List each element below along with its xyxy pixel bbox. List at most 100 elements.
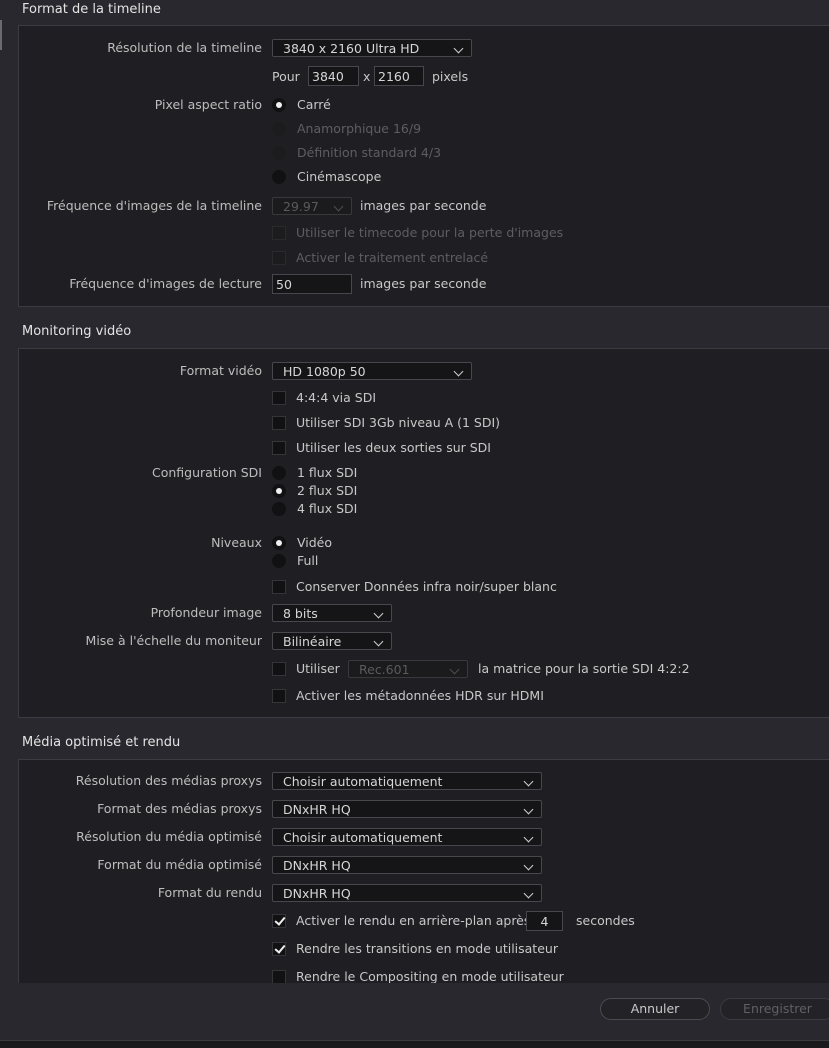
compositing-label: Rendre le Compositing en mode utilisateu…: [296, 969, 564, 984]
pixels-label: pixels: [432, 69, 469, 84]
resolution-dropdown[interactable]: 3840 x 2160 Ultra HD: [272, 39, 472, 57]
render-format-label: Format du rendu: [157, 885, 262, 900]
sdi-option-4: 4 flux SDI: [297, 501, 358, 516]
sdi-radio-1[interactable]: [272, 466, 286, 480]
fps-dropdown[interactable]: 29.97: [272, 197, 352, 215]
sdi-444-checkbox[interactable]: [272, 391, 286, 405]
fps-unit: images par seconde: [360, 198, 487, 213]
playback-fps-unit: images par seconde: [360, 276, 487, 291]
par-radio-sd[interactable]: [272, 146, 286, 160]
par-label: Pixel aspect ratio: [154, 97, 262, 112]
scale-label: Mise à l'échelle du moniteur: [85, 633, 262, 648]
sdi-3gb-label: Utiliser SDI 3Gb niveau A (1 SDI): [296, 415, 501, 430]
height-input[interactable]: 2160: [374, 66, 424, 86]
bg-render-seconds-input[interactable]: 4: [526, 911, 563, 931]
chevron-down-icon: [449, 664, 460, 675]
par-radio-anamorphic[interactable]: [272, 122, 286, 136]
sdi-both-checkbox[interactable]: [272, 441, 286, 455]
proxy-format-label: Format des médias proxys: [97, 801, 262, 816]
par-option-anamorphic: Anamorphique 16/9: [297, 121, 422, 136]
dropframe-label: Utiliser le timecode pour la perte d'ima…: [296, 225, 564, 240]
chevron-down-icon: [453, 43, 464, 54]
chevron-down-icon: [523, 832, 534, 843]
scale-value: Bilinéaire: [283, 634, 342, 649]
optimized-format-value: DNxHR HQ: [283, 858, 351, 873]
sdi-radio-2[interactable]: [272, 484, 286, 498]
sdi-both-label: Utiliser les deux sorties sur SDI: [296, 440, 491, 455]
par-option-square: Carré: [297, 97, 331, 112]
interlace-label: Activer le traitement entrelacé: [296, 250, 489, 265]
cancel-button[interactable]: Annuler: [600, 998, 710, 1020]
optimized-resolution-value: Choisir automatiquement: [283, 830, 443, 845]
interlace-checkbox[interactable]: [272, 251, 286, 265]
media-panel: [18, 759, 829, 1001]
proxy-format-value: DNxHR HQ: [283, 802, 351, 817]
video-format-dropdown[interactable]: HD 1080p 50: [272, 362, 472, 380]
levels-radio-video[interactable]: [272, 536, 286, 550]
depth-label: Profondeur image: [150, 605, 262, 620]
keep-superwhite-label: Conserver Données infra noir/super blanc: [296, 579, 557, 594]
optimized-resolution-label: Résolution du média optimisé: [76, 829, 262, 844]
par-option-sd: Définition standard 4/3: [297, 145, 442, 160]
dropframe-checkbox[interactable]: [272, 226, 286, 240]
keep-superwhite-checkbox[interactable]: [272, 580, 286, 594]
render-format-dropdown[interactable]: DNxHR HQ: [272, 884, 542, 902]
optimized-format-dropdown[interactable]: DNxHR HQ: [272, 856, 542, 874]
chevron-down-icon: [523, 804, 534, 815]
levels-label: Niveaux: [211, 535, 262, 550]
playback-fps-label: Fréquence d'images de lecture: [69, 276, 262, 291]
x-label: x: [363, 69, 371, 84]
levels-radio-full[interactable]: [272, 554, 286, 568]
bg-render-checkbox[interactable]: [272, 914, 286, 928]
compositing-checkbox[interactable]: [272, 970, 286, 984]
proxy-format-dropdown[interactable]: DNxHR HQ: [272, 800, 542, 818]
matrix-suffix: la matrice pour la sortie SDI 4:2:2: [478, 661, 690, 676]
par-radio-square[interactable]: [272, 98, 286, 112]
playback-fps-input[interactable]: 50: [272, 274, 352, 294]
hdr-label: Activer les métadonnées HDR sur HDMI: [296, 688, 544, 703]
scroll-indicator: [0, 20, 2, 50]
matrix-value: Rec.601: [359, 662, 410, 677]
fps-value: 29.97: [283, 199, 319, 214]
transitions-checkbox[interactable]: [272, 942, 286, 956]
video-format-label: Format vidéo: [179, 363, 262, 378]
sdi-config-label: Configuration SDI: [152, 465, 262, 480]
optimized-format-label: Format du média optimisé: [97, 857, 262, 872]
scale-dropdown[interactable]: Bilinéaire: [272, 632, 392, 650]
depth-value: 8 bits: [283, 606, 318, 621]
hdr-checkbox[interactable]: [272, 689, 286, 703]
save-button[interactable]: Enregistrer: [720, 998, 829, 1020]
proxy-resolution-value: Choisir automatiquement: [283, 774, 443, 789]
transitions-label: Rendre les transitions en mode utilisate…: [296, 941, 558, 956]
chevron-down-icon: [523, 776, 534, 787]
bg-render-unit: secondes: [576, 913, 635, 928]
matrix-use-label: Utiliser: [296, 661, 340, 676]
fps-label: Fréquence d'images de la timeline: [46, 198, 262, 213]
video-format-value: HD 1080p 50: [283, 364, 366, 379]
levels-option-video: Vidéo: [297, 535, 333, 550]
sdi-444-label: 4:4:4 via SDI: [296, 390, 377, 405]
chevron-down-icon: [373, 636, 384, 647]
chevron-down-icon: [523, 860, 534, 871]
proxy-resolution-dropdown[interactable]: Choisir automatiquement: [272, 772, 542, 790]
width-input[interactable]: 3840: [308, 66, 359, 86]
matrix-checkbox[interactable]: [272, 662, 286, 676]
par-option-cinemascope: Cinémascope: [297, 169, 382, 184]
par-radio-cinemascope[interactable]: [272, 170, 286, 184]
render-format-value: DNxHR HQ: [283, 886, 351, 901]
matrix-dropdown[interactable]: Rec.601: [348, 660, 468, 678]
optimized-resolution-dropdown[interactable]: Choisir automatiquement: [272, 828, 542, 846]
sdi-3gb-checkbox[interactable]: [272, 416, 286, 430]
section-title-timeline: Format de la timeline: [22, 2, 161, 17]
bg-render-label: Activer le rendu en arrière-plan après: [296, 913, 531, 928]
levels-option-full: Full: [297, 553, 319, 568]
sdi-radio-4[interactable]: [272, 502, 286, 516]
sdi-option-2: 2 flux SDI: [297, 483, 358, 498]
sdi-option-1: 1 flux SDI: [297, 465, 358, 480]
chevron-down-icon: [523, 888, 534, 899]
resolution-label: Résolution de la timeline: [107, 40, 262, 55]
section-title-media: Média optimisé et rendu: [22, 735, 181, 750]
chevron-down-icon: [333, 201, 344, 212]
depth-dropdown[interactable]: 8 bits: [272, 604, 392, 622]
chevron-down-icon: [373, 608, 384, 619]
